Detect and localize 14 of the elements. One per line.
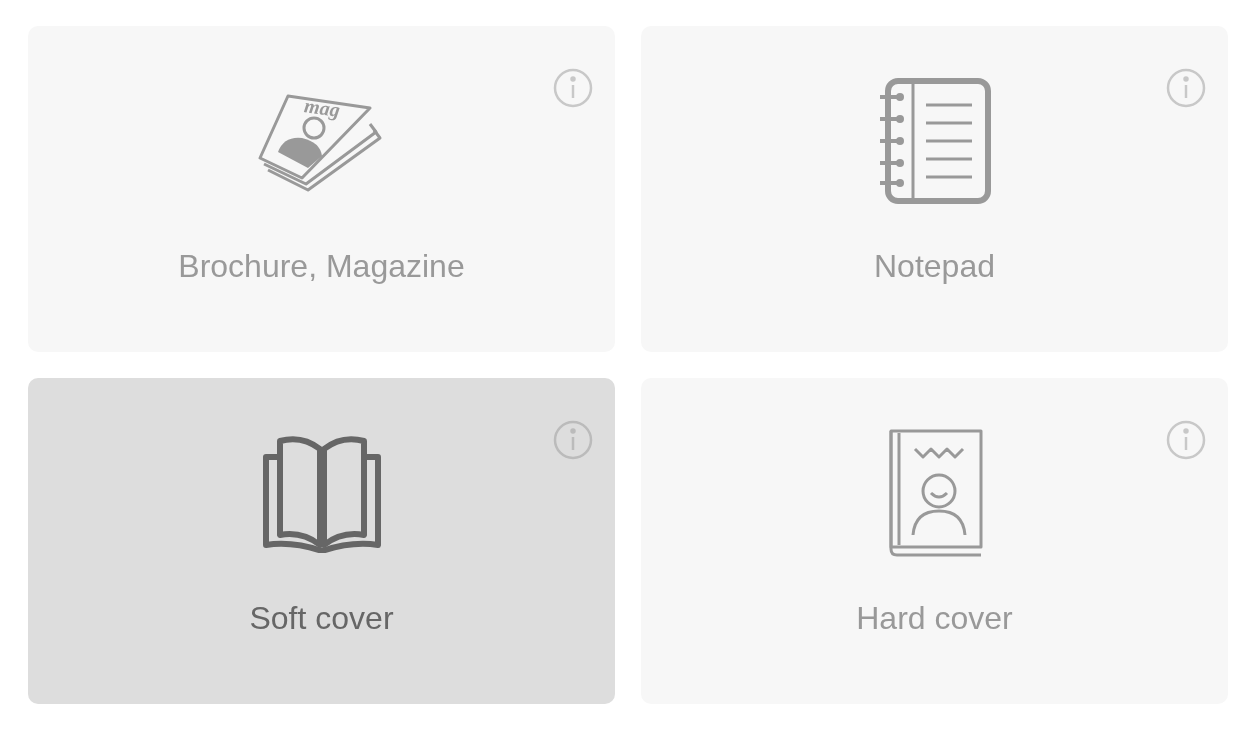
open-book-icon bbox=[261, 433, 382, 553]
card-label: Notepad bbox=[874, 247, 995, 286]
card-label: Brochure, Magazine bbox=[178, 247, 465, 286]
option-card[interactable]: Notepad bbox=[641, 26, 1228, 352]
info-icon[interactable] bbox=[553, 68, 593, 108]
info-icon[interactable] bbox=[1166, 68, 1206, 108]
option-card[interactable]: Soft cover bbox=[28, 378, 615, 704]
option-card[interactable]: mag Brochure, Magazine bbox=[28, 26, 615, 352]
card-label: Hard cover bbox=[856, 599, 1013, 638]
info-icon[interactable] bbox=[553, 420, 593, 460]
info-icon[interactable] bbox=[1166, 420, 1206, 460]
card-label: Soft cover bbox=[249, 599, 394, 638]
notepad-icon bbox=[877, 77, 992, 205]
option-card[interactable]: Hard cover bbox=[641, 378, 1228, 704]
